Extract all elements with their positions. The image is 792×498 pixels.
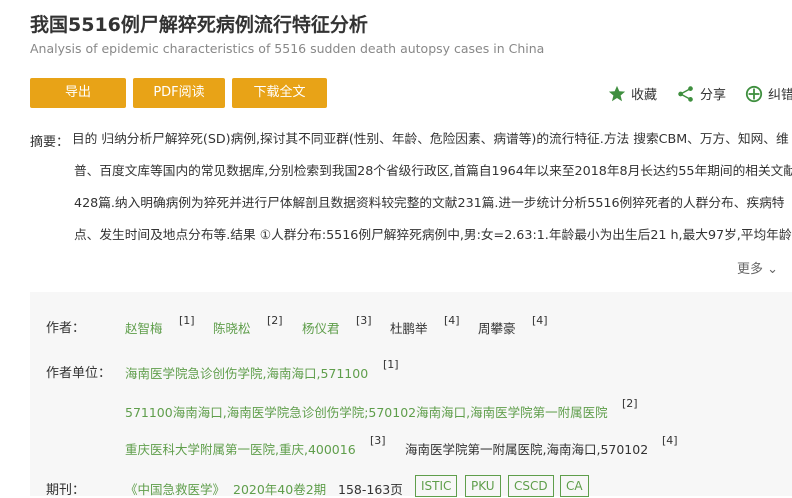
unit-ref: [4] [662, 434, 678, 447]
correct-label: 纠错 [768, 88, 792, 103]
author-ref: [1] [179, 314, 195, 327]
page-title: 我国5516例尸解猝死病例流行特征分析 [30, 14, 368, 36]
author-link[interactable]: 赵智梅 [125, 318, 163, 337]
author-name: 杜鹏举 [390, 321, 428, 336]
author-ref: [2] [267, 314, 283, 327]
author-ref: [4] [532, 314, 548, 327]
favorite-label: 收藏 [631, 88, 658, 103]
issue-link[interactable]: 2020年40卷2期 [233, 479, 326, 498]
author-name: 周攀豪 [478, 321, 516, 336]
unit-link[interactable]: 海南医学院急诊创伤学院,海南海口,571100 [125, 363, 368, 382]
pages-text: 158-163页 [338, 482, 403, 497]
abstract-line: 428篇.纳入明确病例为猝死并进行尸体解剖且数据资料较完整的文献231篇.进一步… [74, 195, 785, 210]
export-button[interactable]: 导出 [30, 78, 126, 108]
unit-ref: [1] [383, 358, 399, 371]
unit-text: 海南医学院第一附属医院,海南海口,570102 [405, 442, 649, 457]
unit-ref: [2] [622, 397, 638, 410]
abstract-label: 摘要： [30, 135, 70, 150]
index-tag[interactable]: CA [560, 475, 589, 497]
abstract-line: 点、发生时间及地点分布等.结果 ①人群分布:5516例尸解猝死病例中,男:女=2… [74, 227, 792, 242]
share-button[interactable]: 分享 [677, 84, 726, 103]
author-ref: [3] [356, 314, 372, 327]
page-subtitle: Analysis of epidemic characteristics of … [30, 41, 545, 56]
index-tag[interactable]: PKU [465, 475, 501, 497]
unit-ref: [3] [370, 434, 386, 447]
abstract-line: 普、百度文库等国内的常见数据库,分别检索到我国28个省级行政区,首篇自1964年… [74, 163, 792, 178]
journal-link[interactable]: 《中国急救医学》 [125, 479, 225, 498]
abstract-line: 目的 归纳分析尸解猝死(SD)病例,探讨其不同亚群(性别、年龄、危险因素、病谱等… [72, 131, 789, 146]
favorite-button[interactable]: 收藏 [608, 84, 657, 103]
index-tag[interactable]: ISTIC [415, 475, 458, 497]
units-label: 作者单位： [46, 366, 112, 381]
unit-link[interactable]: 重庆医科大学附属第一医院,重庆,400016 [125, 439, 356, 458]
pdf-read-button[interactable]: PDF阅读 [133, 78, 225, 108]
abstract-text: 目的 归纳分析尸解猝死(SD)病例,探讨其不同亚群(性别、年龄、危险因素、病谱等… [72, 123, 792, 251]
download-fulltext-button[interactable]: 下载全文 [232, 78, 327, 108]
unit-link[interactable]: 571100海南海口,海南医学院急诊创伤学院;570102海南海口,海南医学院第… [125, 402, 608, 421]
author-ref: [4] [444, 314, 460, 327]
share-label: 分享 [700, 88, 727, 103]
share-icon [678, 85, 693, 102]
chevron-down-icon: ⌄ [767, 262, 778, 277]
crosshair-icon [745, 85, 763, 102]
index-tag[interactable]: CSCD [508, 475, 554, 497]
star-icon [608, 85, 626, 101]
authors-label: 作者： [46, 321, 86, 336]
more-label: 更多 [736, 262, 763, 277]
correct-button[interactable]: 纠错 [745, 84, 792, 103]
more-link[interactable]: 更多 ⌄ [737, 258, 778, 277]
author-link[interactable]: 杨仪君 [302, 318, 340, 337]
journal-label: 期刊： [46, 483, 86, 498]
author-link[interactable]: 陈晓松 [213, 318, 251, 337]
